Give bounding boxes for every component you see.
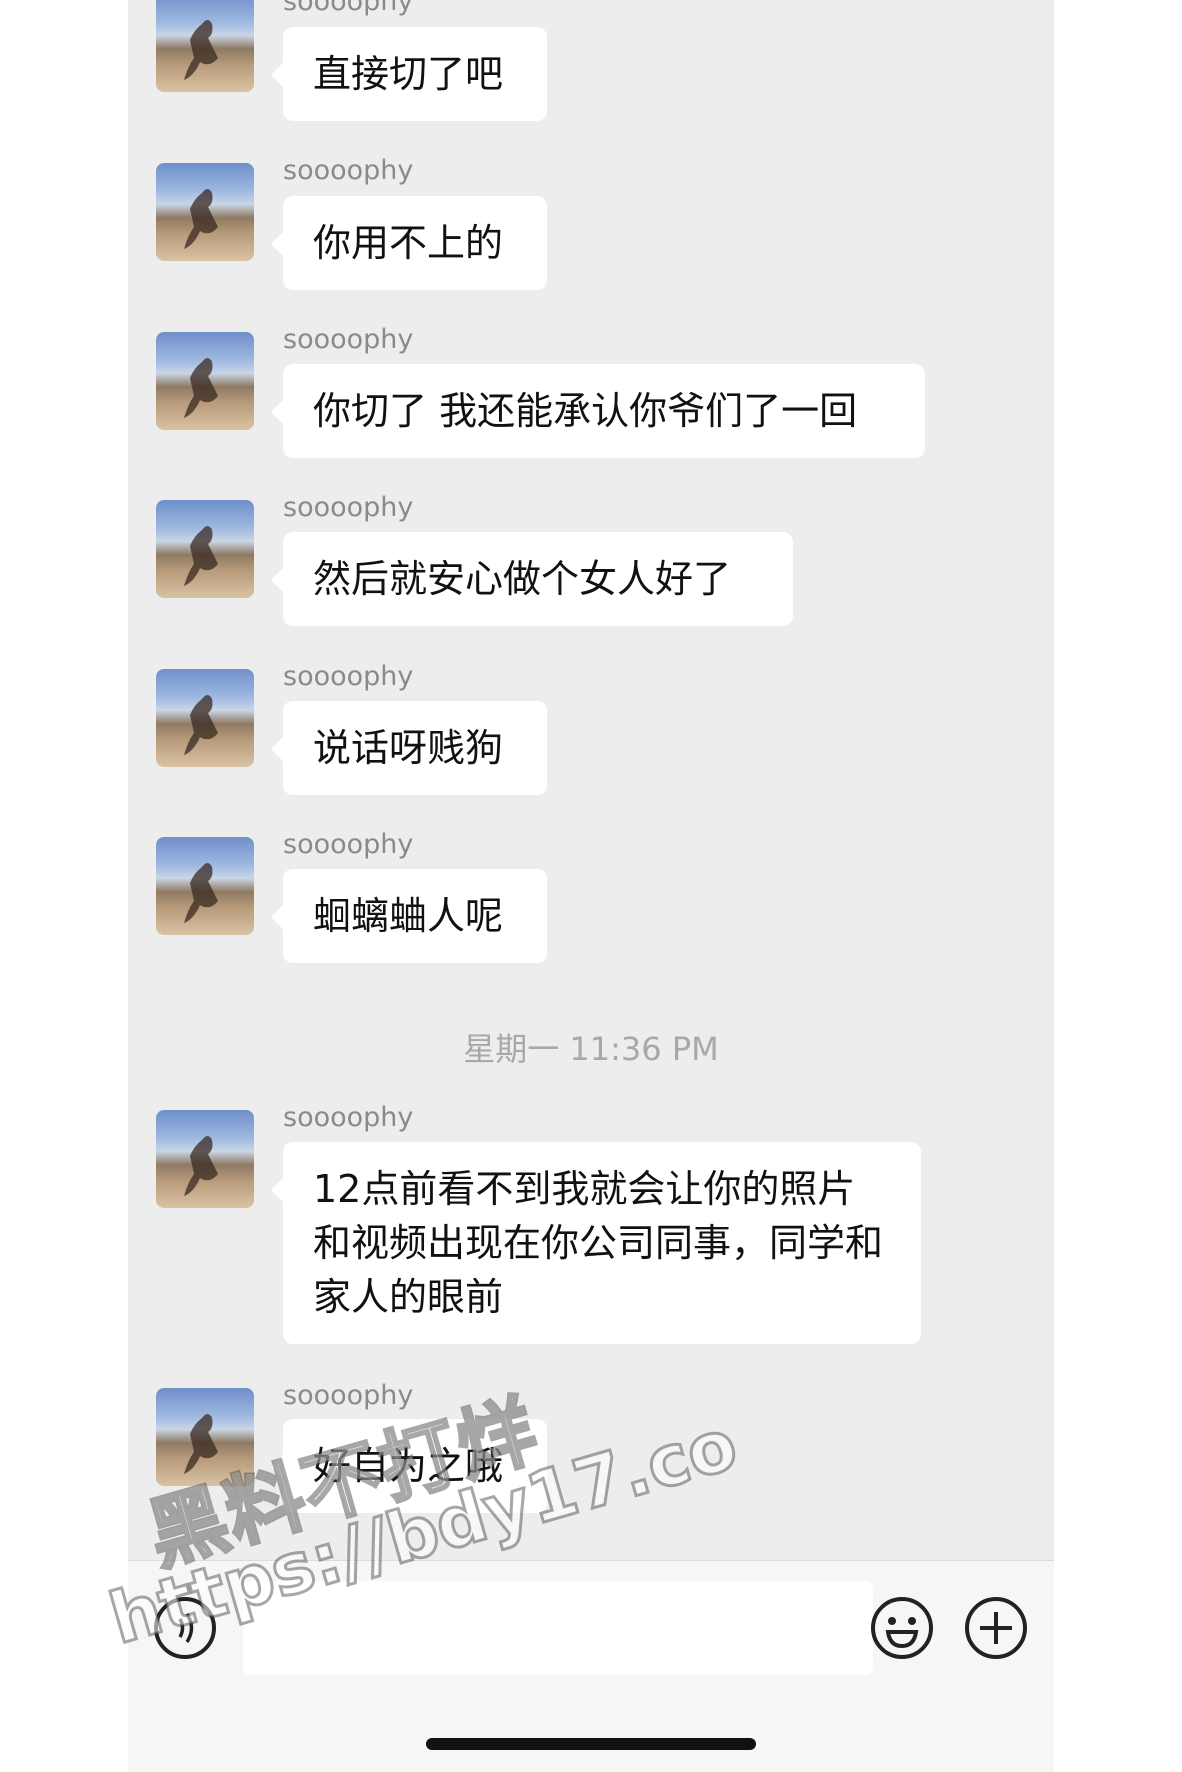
avatar[interactable]: [156, 1388, 254, 1486]
avatar[interactable]: [156, 0, 254, 92]
avatar[interactable]: [156, 500, 254, 598]
sender-name: soooophy: [283, 1380, 414, 1411]
message-bubble[interactable]: 说话呀贱狗: [271, 701, 547, 795]
sender-name: soooophy: [283, 661, 414, 692]
message-bubble[interactable]: 蛔螭蛐人呢: [271, 869, 547, 963]
home-indicator[interactable]: [426, 1738, 756, 1750]
plus-icon[interactable]: [964, 1596, 1028, 1660]
message-timestamp: 星期一 11:36 PM: [463, 1030, 719, 1068]
message-bubble[interactable]: 12点前看不到我就会让你的照片和视频出现在你公司同事，同学和家人的眼前: [271, 1142, 921, 1344]
sender-name: soooophy: [283, 1102, 414, 1133]
sender-name: soooophy: [283, 829, 414, 860]
avatar[interactable]: [156, 163, 254, 261]
emoji-icon[interactable]: [870, 1596, 934, 1660]
avatar[interactable]: [156, 1110, 254, 1208]
message-bubble[interactable]: 然后就安心做个女人好了: [271, 532, 793, 626]
sender-name: soooophy: [283, 492, 414, 523]
message-bubble[interactable]: 好自为之哦: [271, 1419, 547, 1513]
sender-name: soooophy: [283, 155, 414, 186]
message-bubble[interactable]: 直接切了吧: [271, 27, 547, 121]
message-input[interactable]: [243, 1581, 873, 1675]
avatar[interactable]: [156, 332, 254, 430]
sender-name: soooophy: [283, 324, 414, 355]
avatar[interactable]: [156, 669, 254, 767]
voice-icon[interactable]: [154, 1597, 216, 1659]
message-bubble[interactable]: 你切了 我还能承认你爷们了一回: [271, 364, 925, 458]
message-bubble[interactable]: 你用不上的: [271, 196, 547, 290]
avatar[interactable]: [156, 837, 254, 935]
sender-name: soooophy: [283, 0, 414, 17]
chat-screen: soooophy 直接切了吧 soooophy 你用不上的 soooophy 你…: [128, 0, 1054, 1772]
